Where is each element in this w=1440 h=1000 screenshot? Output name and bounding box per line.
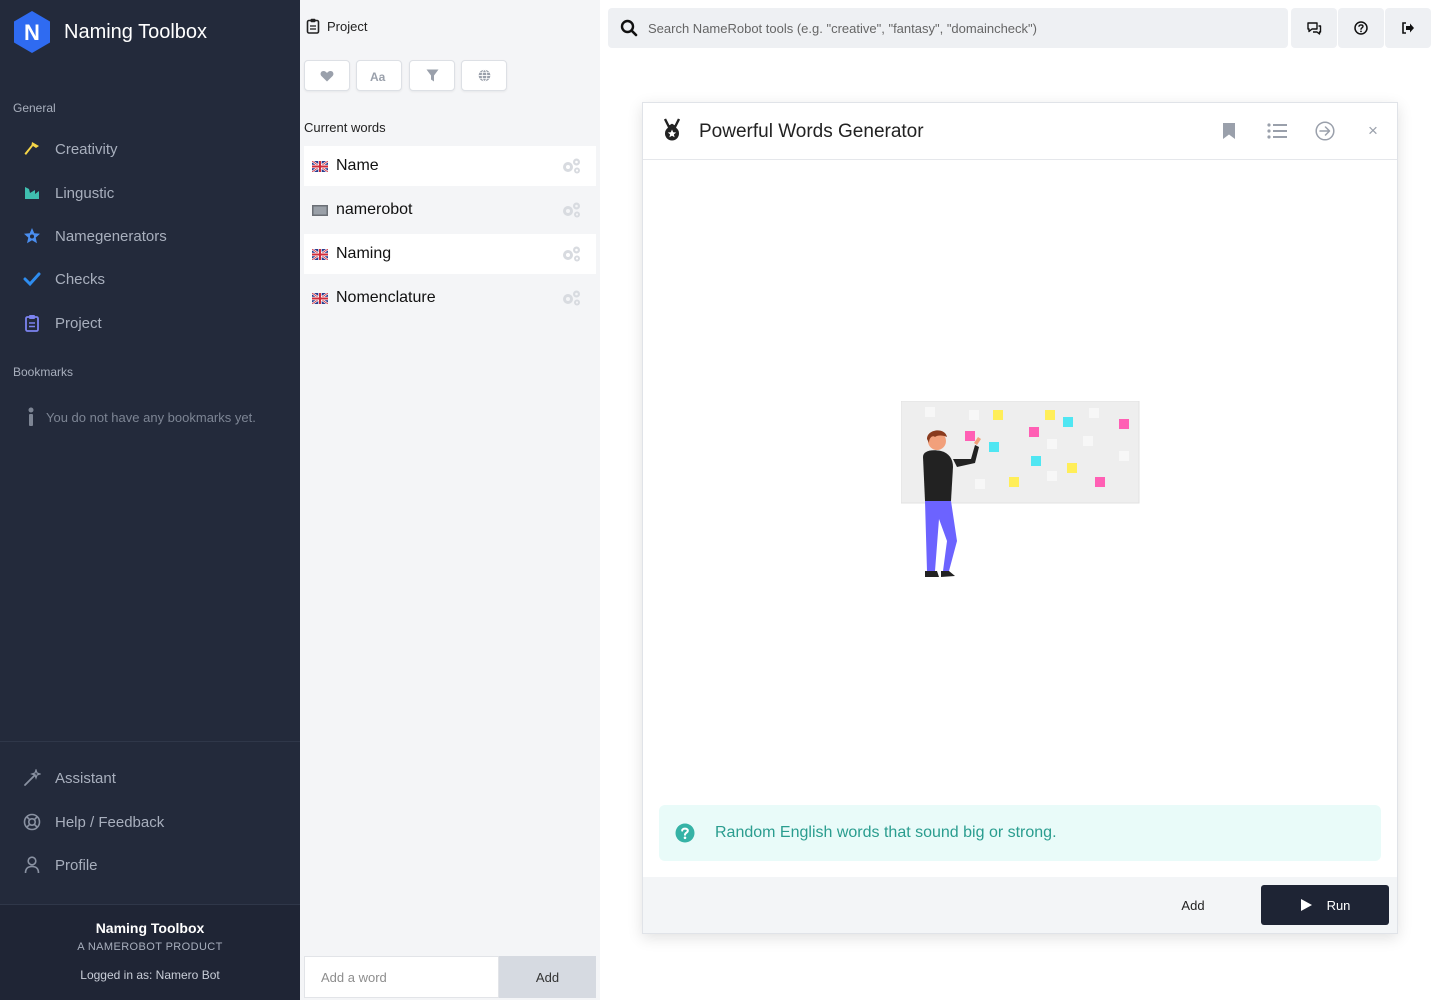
nav-label: Creativity xyxy=(55,140,118,158)
sidebar-footer: Naming Toolbox A NAMEROBOT PRODUCT Logge… xyxy=(0,904,300,1000)
tool-description: Random English words that sound big or s… xyxy=(659,805,1381,861)
svg-text:Aa: Aa xyxy=(370,70,386,82)
language-button[interactable] xyxy=(461,60,507,91)
close-button[interactable]: × xyxy=(1361,119,1385,143)
brand[interactable]: N Naming Toolbox xyxy=(12,10,207,54)
naming-toolbox-logo-icon: N xyxy=(14,11,50,53)
gears-icon[interactable] xyxy=(560,245,582,263)
word-row[interactable]: Nomenclature xyxy=(304,278,596,318)
add-word-input[interactable] xyxy=(304,956,499,998)
lifebuoy-icon xyxy=(22,812,42,832)
word-row[interactable]: Naming xyxy=(304,234,596,274)
chart-icon xyxy=(22,183,42,203)
word-text: Naming xyxy=(336,245,392,262)
play-icon xyxy=(1300,899,1312,911)
project-header: Project xyxy=(306,18,367,34)
user-icon xyxy=(22,855,42,875)
nav-item-profile[interactable]: Profile xyxy=(22,853,98,877)
footer-subtitle: A NAMEROBOT PRODUCT xyxy=(77,941,223,953)
gears-icon[interactable] xyxy=(560,201,582,219)
question-circle-icon xyxy=(675,823,695,843)
check-icon xyxy=(22,269,42,289)
question-circle-icon xyxy=(1354,21,1368,35)
uk-flag-icon xyxy=(312,160,328,172)
uk-flag-icon xyxy=(312,292,328,304)
medal-icon xyxy=(663,118,681,141)
word-text: Name xyxy=(336,157,379,174)
tool-description-text: Random English words that sound big or s… xyxy=(715,824,1057,841)
clipboard-icon xyxy=(22,313,42,333)
neutral-flag-icon xyxy=(312,204,328,216)
project-title: Project xyxy=(327,18,368,34)
nav-item-creativity[interactable]: Creativity xyxy=(22,137,118,161)
search-icon xyxy=(620,19,638,37)
logout-icon xyxy=(1402,22,1414,34)
heart-icon xyxy=(320,70,334,81)
section-label-general: General xyxy=(13,101,56,115)
nav-label: Help / Feedback xyxy=(55,813,165,831)
nav-item-project[interactable]: Project xyxy=(22,311,102,335)
word-row[interactable]: namerobot xyxy=(304,190,596,230)
footer-title: Naming Toolbox xyxy=(95,920,205,936)
sticky-notes-illustration xyxy=(901,401,1140,577)
nav-label: Lingustic xyxy=(55,184,115,202)
bookmark-button[interactable] xyxy=(1217,119,1241,143)
nav-label: Profile xyxy=(55,856,98,874)
search-input[interactable] xyxy=(648,20,1268,36)
open-tool-button[interactable] xyxy=(1313,119,1337,143)
modal-title: Powerful Words Generator xyxy=(699,121,924,142)
chat-button[interactable] xyxy=(1291,8,1337,48)
brand-title: Naming Toolbox xyxy=(64,20,208,43)
help-button[interactable] xyxy=(1338,8,1384,48)
logged-in-user: Logged in as: Namero Bot xyxy=(80,968,220,982)
nav-label: Project xyxy=(55,314,102,332)
filter-icon xyxy=(426,69,438,82)
font-case-button[interactable]: Aa xyxy=(356,60,402,91)
uk-flag-icon xyxy=(312,248,328,260)
nav-item-help-feedback[interactable]: Help / Feedback xyxy=(22,810,164,834)
nav-item-namegenerators[interactable]: Namegenerators xyxy=(22,224,167,248)
section-label-bookmarks: Bookmarks xyxy=(13,365,74,379)
sidebar: N Naming Toolbox General Creativity Ling… xyxy=(0,0,300,1000)
modal-header: Powerful Words Generator × xyxy=(643,103,1397,160)
font-case-icon: Aa xyxy=(370,70,386,82)
clipboard-icon xyxy=(306,18,320,34)
magic-wand-icon xyxy=(22,768,42,788)
modal-footer: Add Run xyxy=(643,877,1397,933)
word-text: namerobot xyxy=(336,201,413,218)
word-text: Nomenclature xyxy=(336,289,436,306)
run-label: Run xyxy=(1326,897,1351,913)
sidebar-divider xyxy=(0,741,300,742)
run-button[interactable]: Run xyxy=(1261,885,1389,925)
bookmark-icon xyxy=(1223,123,1235,139)
list-icon xyxy=(1267,123,1287,139)
add-word-button[interactable]: Add xyxy=(499,956,596,998)
chat-icon xyxy=(1307,22,1322,35)
nav-label: Assistant xyxy=(55,769,116,787)
nav-item-lingustic[interactable]: Lingustic xyxy=(22,181,114,205)
hammer-icon xyxy=(22,139,42,159)
favorites-button[interactable] xyxy=(304,60,350,91)
nav-label: Namegenerators xyxy=(55,227,167,245)
filter-button[interactable] xyxy=(409,60,455,91)
logout-button[interactable] xyxy=(1385,8,1431,48)
gears-icon[interactable] xyxy=(560,289,582,307)
current-words-label: Current words xyxy=(304,120,386,135)
arrow-circle-right-icon xyxy=(1315,121,1335,141)
nav-label: Checks xyxy=(55,270,106,288)
search-bar[interactable] xyxy=(608,8,1288,48)
add-button[interactable]: Add xyxy=(1153,877,1233,933)
word-row[interactable]: Name xyxy=(304,146,596,186)
nav-item-assistant[interactable]: Assistant xyxy=(22,766,116,790)
tool-modal: Powerful Words Generator × Random Englis… xyxy=(642,102,1398,934)
info-icon xyxy=(26,407,36,427)
globe-icon xyxy=(478,69,490,82)
star-badge-icon xyxy=(22,226,42,246)
list-button[interactable] xyxy=(1265,119,1289,143)
svg-text:N: N xyxy=(24,20,40,45)
nav-item-checks[interactable]: Checks xyxy=(22,267,105,291)
bookmarks-empty-message: You do not have any bookmarks yet. xyxy=(26,407,256,427)
gears-icon[interactable] xyxy=(560,157,582,175)
